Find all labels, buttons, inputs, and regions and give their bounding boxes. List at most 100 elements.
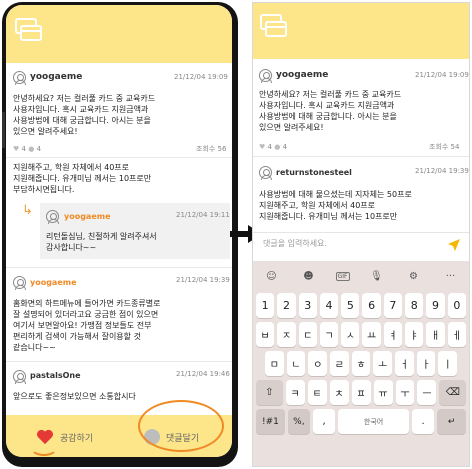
reply-author[interactable]: yoogaeme: [64, 212, 111, 222]
key[interactable]: ㅔ: [447, 322, 466, 347]
post-body-line: 있으면 알려주세요!: [13, 127, 78, 136]
highlight-circle: [138, 400, 224, 452]
like-count: 4: [267, 143, 272, 151]
key[interactable]: ㅡ: [417, 380, 437, 405]
key[interactable]: ㅜ: [395, 380, 415, 405]
post-body-line: 사용자입니다. 혹시 교육카드 지원금액과: [259, 101, 395, 110]
keyboard-toolbar: ☺ ☻ GIF 🎙 ⚙ ···: [253, 261, 469, 291]
key[interactable]: ㅠ: [373, 380, 393, 405]
space-key[interactable]: 한국어: [338, 409, 410, 434]
divider: [253, 156, 469, 157]
key[interactable]: ㅋ: [285, 380, 305, 405]
comment-author[interactable]: yoogaeme: [30, 278, 77, 288]
keyboard-row-bottom: !#1 %, , 한국어 . ↵: [256, 409, 466, 434]
keyboard: ☺ ☻ GIF 🎙 ⚙ ··· 1 2 3 4 5 6 7 8 9 0 ㅂ ㅈ …: [253, 261, 469, 466]
key[interactable]: ㅅ: [341, 322, 360, 347]
key[interactable]: ㅍ: [351, 380, 371, 405]
comment-body-line: 앞으로도 좋은정보있으면 소통합시다: [13, 392, 136, 401]
key[interactable]: ㅂ: [256, 322, 275, 347]
reply-body-line: 리턴돌심님, 친절하게 알려주셔서: [46, 232, 157, 241]
comment-input[interactable]: 댓글을 입력하세요.: [263, 239, 327, 249]
post-author[interactable]: yoogaeme: [30, 72, 82, 83]
avatar: [259, 166, 272, 180]
key[interactable]: ㅏ: [416, 351, 436, 376]
key[interactable]: 8: [405, 293, 424, 318]
comment-body-line: 지원해주고, 학원 자체에서 40프로: [13, 163, 130, 172]
comment-icon: ●: [274, 143, 281, 151]
reply-time: 21/12/04 19:11: [176, 211, 230, 219]
avatar: [13, 370, 26, 384]
post-stats: ♥ 4 ● 4: [13, 145, 41, 154]
symbols-key[interactable]: !#1: [256, 409, 285, 434]
post-body-line: 사용자입니다. 혹시 교육카드 지원금액과: [13, 105, 149, 114]
key[interactable]: 5: [341, 293, 360, 318]
shift-key[interactable]: ⇧: [256, 380, 283, 405]
reply-arrow-icon: ↳: [22, 203, 33, 218]
key[interactable]: ㄷ: [298, 322, 317, 347]
sticker-icon[interactable]: ☻: [299, 271, 319, 282]
key[interactable]: ㅕ: [383, 322, 403, 347]
key[interactable]: 2: [277, 293, 296, 318]
heart-icon: ♥: [259, 143, 266, 151]
key[interactable]: 1: [256, 293, 275, 318]
comment-author[interactable]: returnstonesteel: [276, 168, 352, 178]
comment-count: 4: [36, 145, 42, 153]
key[interactable]: ㄴ: [286, 351, 306, 376]
view-count: 조회수 54: [429, 143, 460, 151]
key[interactable]: ㄹ: [330, 351, 349, 376]
key[interactable]: ㅁ: [265, 351, 284, 376]
key[interactable]: ㅎ: [351, 351, 371, 376]
avatar: [13, 71, 26, 85]
key[interactable]: 3: [298, 293, 317, 318]
post-body-line: 안녕하세요? 저는 컬러풀 카드 중 교육카드: [259, 90, 402, 99]
key[interactable]: 0: [447, 293, 466, 318]
key[interactable]: 6: [362, 293, 381, 318]
backspace-key[interactable]: ⌫: [439, 380, 467, 405]
key[interactable]: ㅌ: [307, 380, 327, 405]
key[interactable]: ㅛ: [362, 322, 381, 347]
key[interactable]: ㄱ: [319, 322, 339, 347]
key[interactable]: ㅓ: [395, 351, 414, 376]
key[interactable]: ㅗ: [373, 351, 393, 376]
post-body-line: 안녕하세요? 저는 컬러풀 카드 중 교육카드: [13, 94, 156, 103]
comment-author[interactable]: pastalsOne: [30, 371, 81, 381]
mic-icon[interactable]: 🎙: [367, 271, 387, 282]
top-bar: [6, 5, 232, 63]
key[interactable]: 9: [426, 293, 445, 318]
emoji-icon[interactable]: ☺: [262, 271, 282, 282]
key[interactable]: ㅈ: [277, 322, 296, 347]
gif-icon[interactable]: GIF: [335, 271, 350, 281]
key[interactable]: ㅐ: [426, 322, 445, 347]
card-icon: [260, 14, 287, 37]
keyboard-row-numbers: 1 2 3 4 5 6 7 8 9 0: [256, 293, 466, 318]
right-phone-frame: yoogaeme 21/12/04 19:09 안녕하세요? 저는 컬러풀 카드…: [252, 2, 470, 467]
comment-body-line: 사용방법에 대해 물으셨는데 지자체는 50프로: [259, 190, 412, 199]
comma-symbol-key[interactable]: %,: [287, 409, 310, 434]
key[interactable]: ㅣ: [438, 351, 458, 376]
comment-body-line: 지원해줍니다. 유개미님 께서는 10프로만: [13, 174, 152, 183]
enter-key[interactable]: ↵: [437, 409, 466, 434]
like-button-label: 공감하기: [60, 433, 94, 444]
post-body-line: 있으면 알려주세요!: [259, 123, 324, 132]
key[interactable]: ㅇ: [308, 351, 328, 376]
key[interactable]: 4: [319, 293, 339, 318]
period-key[interactable]: .: [412, 409, 435, 434]
comment-input-row: 댓글을 입력하세요.: [253, 232, 469, 256]
highlight-arc: [30, 438, 58, 456]
post-author[interactable]: yoogaeme: [276, 70, 328, 81]
send-icon[interactable]: [447, 238, 461, 252]
comment-time: 21/12/04 19:39: [176, 276, 230, 284]
left-screen: yoogaeme 21/12/04 19:09 안녕하세요? 저는 컬러풀 카드…: [6, 5, 232, 457]
heart-icon: ♥: [13, 145, 20, 153]
card-icon: [15, 18, 42, 41]
settings-icon[interactable]: ⚙: [404, 271, 424, 282]
key[interactable]: ㅑ: [405, 322, 424, 347]
comment-time: 21/12/04 19:39: [415, 167, 469, 175]
reply-body-line: 감사합니다~~: [46, 243, 97, 252]
key[interactable]: ㅊ: [329, 380, 349, 405]
comment-count: 4: [282, 143, 288, 151]
comma-key[interactable]: ,: [312, 409, 336, 434]
more-icon[interactable]: ···: [441, 271, 461, 282]
key[interactable]: 7: [383, 293, 403, 318]
comment-body-line: 부담하시면됩니다.: [13, 185, 75, 194]
